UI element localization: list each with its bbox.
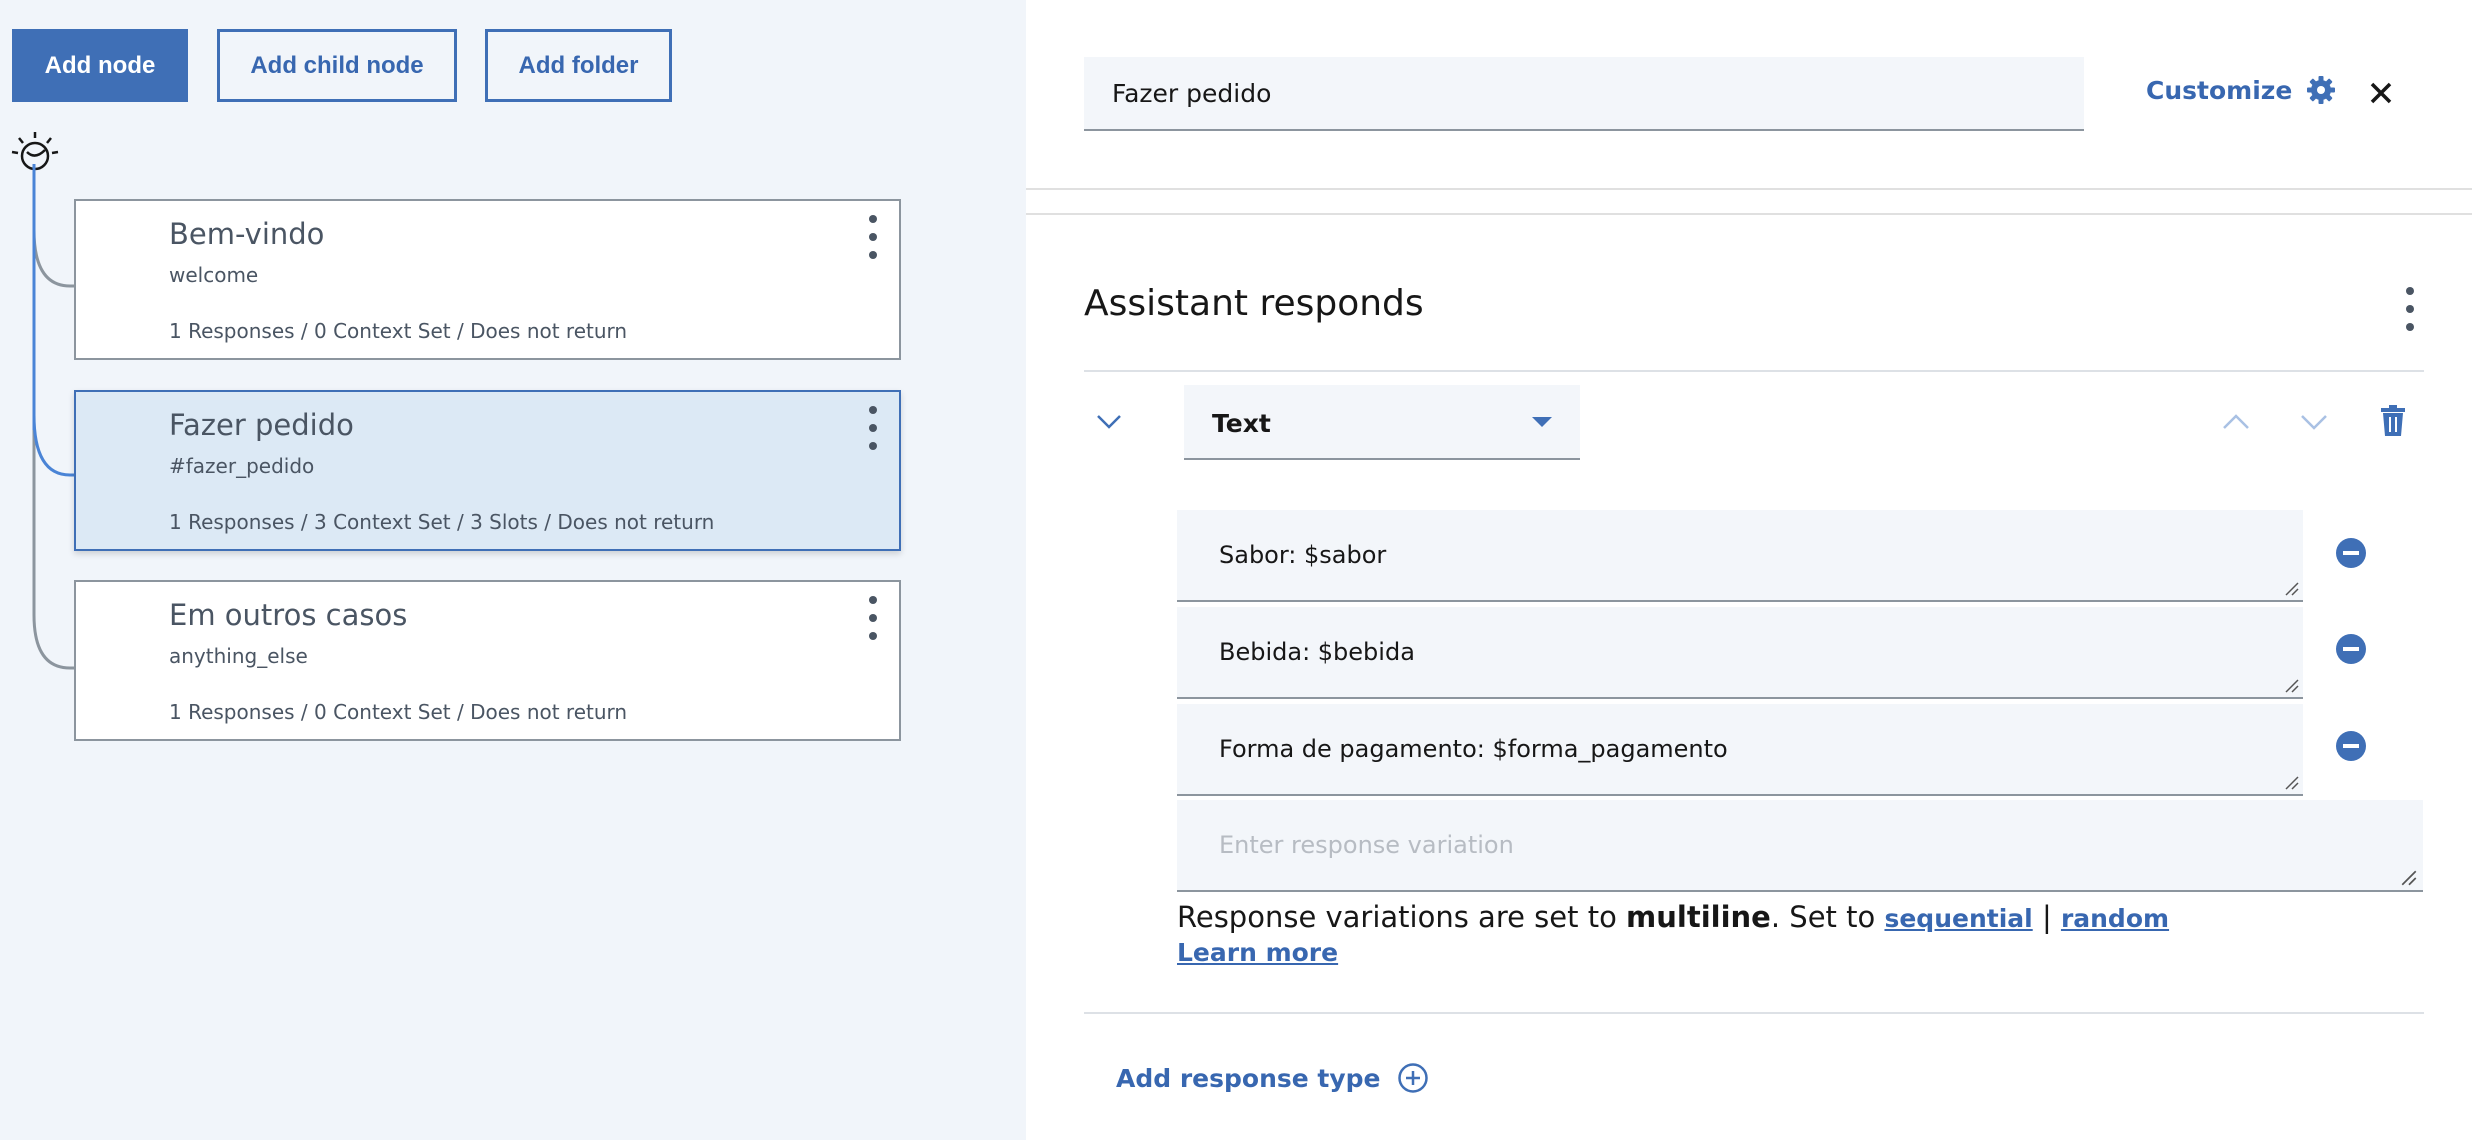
node-overflow-menu-icon[interactable]	[861, 406, 885, 450]
variation-mode-prefix: Response variations are set to	[1177, 900, 1627, 934]
node-title: Bem-vindo	[169, 217, 325, 251]
dialog-tree-pane: Add node Add child node Add folder Bem-v…	[0, 0, 1026, 1140]
variation-mode-current: multiline	[1626, 900, 1771, 934]
response-overflow-menu-icon[interactable]	[2398, 287, 2422, 331]
customize-label: Customize	[2146, 75, 2293, 105]
add-node-button[interactable]: Add node	[12, 29, 188, 102]
dialog-node-bem-vindo[interactable]: Bem-vindo welcome 1 Responses / 0 Contex…	[74, 199, 901, 360]
resize-handle-icon[interactable]	[2284, 678, 2300, 694]
remove-variation-icon[interactable]	[2334, 729, 2368, 763]
node-title: Em outros casos	[169, 598, 408, 632]
add-response-type-button[interactable]: Add response type	[1116, 1062, 1429, 1094]
node-summary: 1 Responses / 3 Context Set / 3 Slots / …	[169, 510, 715, 534]
node-name-input[interactable]	[1084, 57, 2084, 131]
trash-icon[interactable]	[2380, 405, 2406, 437]
node-overflow-menu-icon[interactable]	[861, 596, 885, 640]
resize-handle-icon[interactable]	[2284, 581, 2300, 597]
remove-variation-icon[interactable]	[2334, 536, 2368, 570]
node-title: Fazer pedido	[169, 408, 354, 442]
variation-text: Bebida: $bebida	[1219, 638, 1415, 666]
node-overflow-menu-icon[interactable]	[861, 215, 885, 259]
gear-icon	[2307, 76, 2336, 104]
divider	[1026, 213, 2472, 215]
response-variation-field[interactable]: Sabor: $sabor	[1177, 510, 2303, 602]
divider	[1026, 188, 2472, 190]
add-response-type-label: Add response type	[1116, 1063, 1381, 1093]
node-condition: anything_else	[169, 644, 308, 668]
divider	[1084, 370, 2424, 372]
dialog-node-em-outros-casos[interactable]: Em outros casos anything_else 1 Response…	[74, 580, 901, 741]
node-summary: 1 Responses / 0 Context Set / Does not r…	[169, 700, 628, 724]
resize-handle-icon[interactable]	[2284, 775, 2300, 791]
divider	[1084, 1012, 2424, 1014]
add-child-node-button[interactable]: Add child node	[217, 29, 457, 102]
move-down-icon[interactable]	[2298, 410, 2330, 434]
variation-text: Sabor: $sabor	[1219, 541, 1387, 569]
caret-down-icon	[1532, 417, 1552, 427]
new-response-variation-input[interactable]	[1177, 800, 2423, 892]
chevron-down-icon[interactable]	[1094, 410, 1124, 434]
move-up-icon[interactable]	[2220, 410, 2252, 434]
node-condition: #fazer_pedido	[169, 454, 315, 478]
node-condition: welcome	[169, 263, 259, 287]
add-folder-button[interactable]: Add folder	[485, 29, 672, 102]
link-divider: |	[2041, 900, 2052, 934]
response-variation-field[interactable]: Bebida: $bebida	[1177, 607, 2303, 699]
variation-mode-info: Response variations are set to multiline…	[1177, 900, 2169, 934]
learn-more-link[interactable]: Learn more	[1177, 938, 1338, 967]
remove-variation-icon[interactable]	[2334, 632, 2368, 666]
node-summary: 1 Responses / 0 Context Set / Does not r…	[169, 319, 628, 343]
node-editor-panel: Customize Assistant responds Text	[1026, 0, 2472, 1140]
response-variation-field[interactable]: Forma de pagamento: $forma_pagamento	[1177, 704, 2303, 796]
customize-button[interactable]: Customize	[2146, 75, 2336, 105]
close-icon[interactable]	[2366, 78, 2396, 108]
add-circle-icon	[1397, 1063, 1428, 1093]
variation-text: Forma de pagamento: $forma_pagamento	[1219, 735, 1728, 763]
sequential-link[interactable]: sequential	[1884, 904, 2032, 933]
tree-connector	[32, 164, 74, 670]
variation-mode-middle: . Set to	[1770, 900, 1885, 934]
dialog-node-fazer-pedido[interactable]: Fazer pedido #fazer_pedido 1 Responses /…	[74, 390, 901, 551]
random-link[interactable]: random	[2061, 904, 2169, 933]
response-type-select[interactable]: Text	[1184, 385, 1580, 460]
response-type-value: Text	[1212, 409, 1271, 438]
resize-handle-icon[interactable]	[2400, 869, 2418, 887]
section-title: Assistant responds	[1084, 283, 1424, 324]
